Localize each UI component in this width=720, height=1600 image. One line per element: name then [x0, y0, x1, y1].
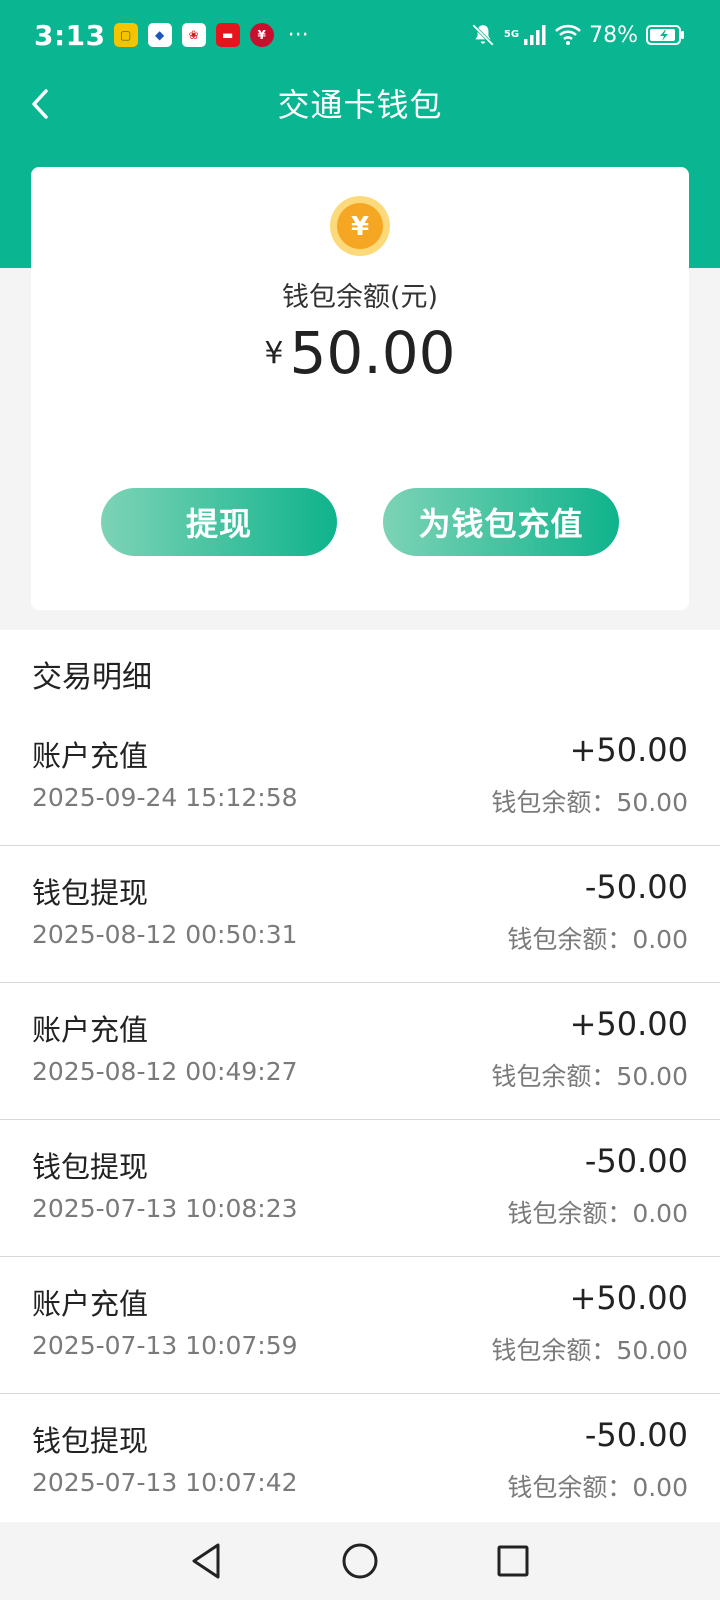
transaction-balance: 钱包余额：50.00: [491, 788, 688, 817]
balance-label: 钱包余额(元): [281, 282, 439, 313]
yuan-app-icon: ¥: [249, 23, 274, 47]
transaction-amount: -50.00: [584, 1416, 688, 1454]
transaction-row[interactable]: 钱包提现 2025-07-13 10:07:42 -50.00 钱包余额：0.0…: [0, 1394, 720, 1531]
transaction-name: 钱包提现: [32, 1424, 149, 1458]
system-nav-bar: [0, 1522, 720, 1600]
transaction-name: 钱包提现: [32, 876, 149, 910]
transaction-balance: 钱包余额：50.00: [491, 1336, 688, 1365]
transaction-row[interactable]: 账户充值 2025-08-12 00:49:27 +50.00 钱包余额：50.…: [0, 983, 720, 1120]
signal-icon: [524, 25, 546, 45]
status-time: 3:13: [34, 18, 106, 52]
transaction-time: 2025-08-12 00:50:31: [32, 920, 298, 949]
transaction-name: 钱包提现: [32, 1150, 149, 1184]
app-screen: 3:13 ▢ ◆ ❀ ▬ ¥ ··· 5G 78% 交通卡钱包 ¥ 钱包余额(元…: [0, 0, 720, 1600]
transaction-time: 2025-08-12 00:49:27: [32, 1057, 298, 1086]
transaction-amount: +50.00: [569, 1279, 688, 1317]
transaction-row[interactable]: 钱包提现 2025-07-13 10:08:23 -50.00 钱包余额：0.0…: [0, 1120, 720, 1257]
wifi-icon: [555, 24, 582, 45]
transaction-balance: 钱包余额：0.00: [507, 925, 688, 954]
balance-value: 50.00: [289, 319, 456, 387]
transaction-balance: 钱包余额：50.00: [491, 1062, 688, 1091]
recharge-button[interactable]: 为钱包充值: [383, 488, 619, 556]
nav-home-button[interactable]: [337, 1538, 383, 1584]
transaction-amount: +50.00: [569, 1005, 688, 1043]
page-title: 交通卡钱包: [277, 86, 443, 124]
transaction-title: 交易明细: [32, 660, 152, 695]
square-recents-icon: [497, 1545, 529, 1577]
bell-muted-icon: [472, 24, 494, 46]
transaction-name: 账户充值: [32, 1013, 149, 1047]
transaction-amount: -50.00: [584, 868, 688, 906]
transaction-row[interactable]: 钱包提现 2025-08-12 00:50:31 -50.00 钱包余额：0.0…: [0, 846, 720, 983]
nav-recents-button[interactable]: [490, 1538, 536, 1584]
withdraw-button[interactable]: 提现: [101, 488, 337, 556]
battery-percent: 78%: [589, 22, 638, 48]
transaction-list: 交易明细 账户充值 2025-09-24 15:12:58 +50.00 钱包余…: [0, 630, 720, 1522]
balance-card: ¥ 钱包余额(元) ¥50.00 提现 为钱包充值: [31, 167, 689, 610]
more-notifications-icon: ···: [287, 22, 309, 48]
chevron-left-icon: [32, 89, 48, 119]
transaction-time: 2025-07-13 10:08:23: [32, 1194, 298, 1223]
transaction-time: 2025-07-13 10:07:59: [32, 1331, 298, 1360]
back-button[interactable]: [18, 82, 62, 126]
shopping-app-icon: ❀: [181, 23, 206, 47]
transaction-row[interactable]: 账户充值 2025-09-24 15:12:58 +50.00 钱包余额：50.…: [0, 709, 720, 846]
svg-text:¥: ¥: [351, 212, 369, 242]
circle-home-icon: [342, 1543, 378, 1579]
triangle-back-icon: [192, 1543, 220, 1579]
transaction-amount: -50.00: [584, 1142, 688, 1180]
transaction-row[interactable]: 账户充值 2025-07-13 10:07:59 +50.00 钱包余额：50.…: [0, 1257, 720, 1394]
bank-app-icon: ◆: [147, 23, 172, 47]
title-bar: 交通卡钱包: [0, 70, 720, 136]
transaction-balance: 钱包余额：0.00: [507, 1199, 688, 1228]
transaction-amount: +50.00: [569, 731, 688, 769]
transaction-name: 账户充值: [32, 739, 149, 773]
status-bar: 3:13 ▢ ◆ ❀ ▬ ¥ ··· 5G 78%: [0, 0, 720, 70]
balance-amount: ¥50.00: [31, 319, 689, 387]
currency-symbol: ¥: [264, 335, 284, 371]
5g-indicator: 5G: [503, 29, 520, 40]
nav-back-button[interactable]: [183, 1538, 229, 1584]
system-status-icons: 5G 78%: [470, 22, 686, 48]
coin-yuan-icon: ¥: [330, 196, 390, 256]
transaction-balance: 钱包余额：0.00: [507, 1473, 688, 1502]
payment-app-icon: ▬: [215, 23, 240, 47]
transaction-time: 2025-07-13 10:07:42: [32, 1468, 298, 1497]
app-notification-icon: ▢: [113, 23, 138, 47]
battery-charging-icon: [646, 25, 684, 45]
transaction-name: 账户充值: [32, 1287, 149, 1321]
transaction-time: 2025-09-24 15:12:58: [32, 783, 298, 812]
notification-icons: ▢ ◆ ❀ ▬ ¥ ···: [113, 22, 309, 48]
